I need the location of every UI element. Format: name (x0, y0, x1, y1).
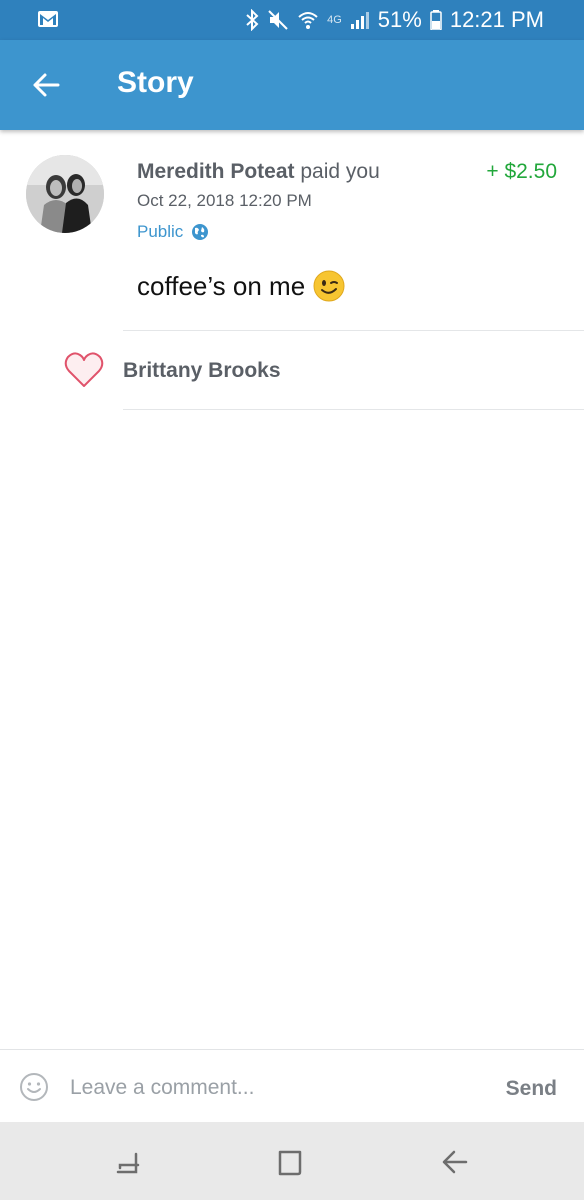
system-nav-bar (0, 1122, 584, 1200)
sender-name[interactable]: Meredith Poteat (137, 160, 295, 183)
recent-apps-icon[interactable] (112, 1146, 144, 1178)
back-icon[interactable] (438, 1146, 470, 1178)
comment-input[interactable] (68, 1068, 472, 1108)
privacy-indicator[interactable]: Public (137, 222, 209, 242)
payment-note: coffee’s on me (137, 270, 345, 302)
wifi-icon (298, 12, 318, 29)
divider (123, 330, 584, 331)
story-date: Oct 22, 2018 12:20 PM (137, 191, 312, 210)
story-action: paid you (300, 160, 380, 183)
privacy-label: Public (137, 222, 184, 241)
page-title: Story (117, 66, 194, 99)
mute-icon (268, 10, 288, 30)
back-arrow-icon[interactable] (30, 69, 62, 101)
comment-bar: Send (0, 1049, 584, 1123)
note-text: coffee’s on me (137, 270, 306, 301)
bluetooth-icon (246, 9, 259, 31)
app-bar: Story (0, 40, 584, 130)
winking-face-emoji-icon (313, 270, 345, 302)
clock: 12:21 PM (449, 7, 544, 32)
battery-percent: 51% (377, 7, 422, 32)
globe-icon (192, 224, 209, 240)
story-headline: Meredith Poteat paid you (137, 160, 380, 184)
heart-icon[interactable] (64, 351, 104, 389)
smiley-icon[interactable] (19, 1072, 49, 1102)
payment-amount: + $2.50 (486, 160, 557, 183)
home-icon[interactable] (274, 1146, 306, 1178)
avatar-photo (26, 155, 104, 233)
send-button[interactable]: Send (506, 1077, 557, 1101)
status-bar: 4G 51% 12:21 PM (0, 0, 584, 40)
avatar[interactable] (26, 155, 104, 233)
divider (123, 409, 584, 410)
liker-name[interactable]: Brittany Brooks (123, 359, 281, 383)
signal-icon (350, 12, 369, 29)
battery-icon (430, 10, 442, 30)
gmail-icon (38, 11, 58, 27)
status-icons: 4G 51% 12:21 PM (245, 0, 544, 40)
network-type: 4G (327, 14, 342, 26)
